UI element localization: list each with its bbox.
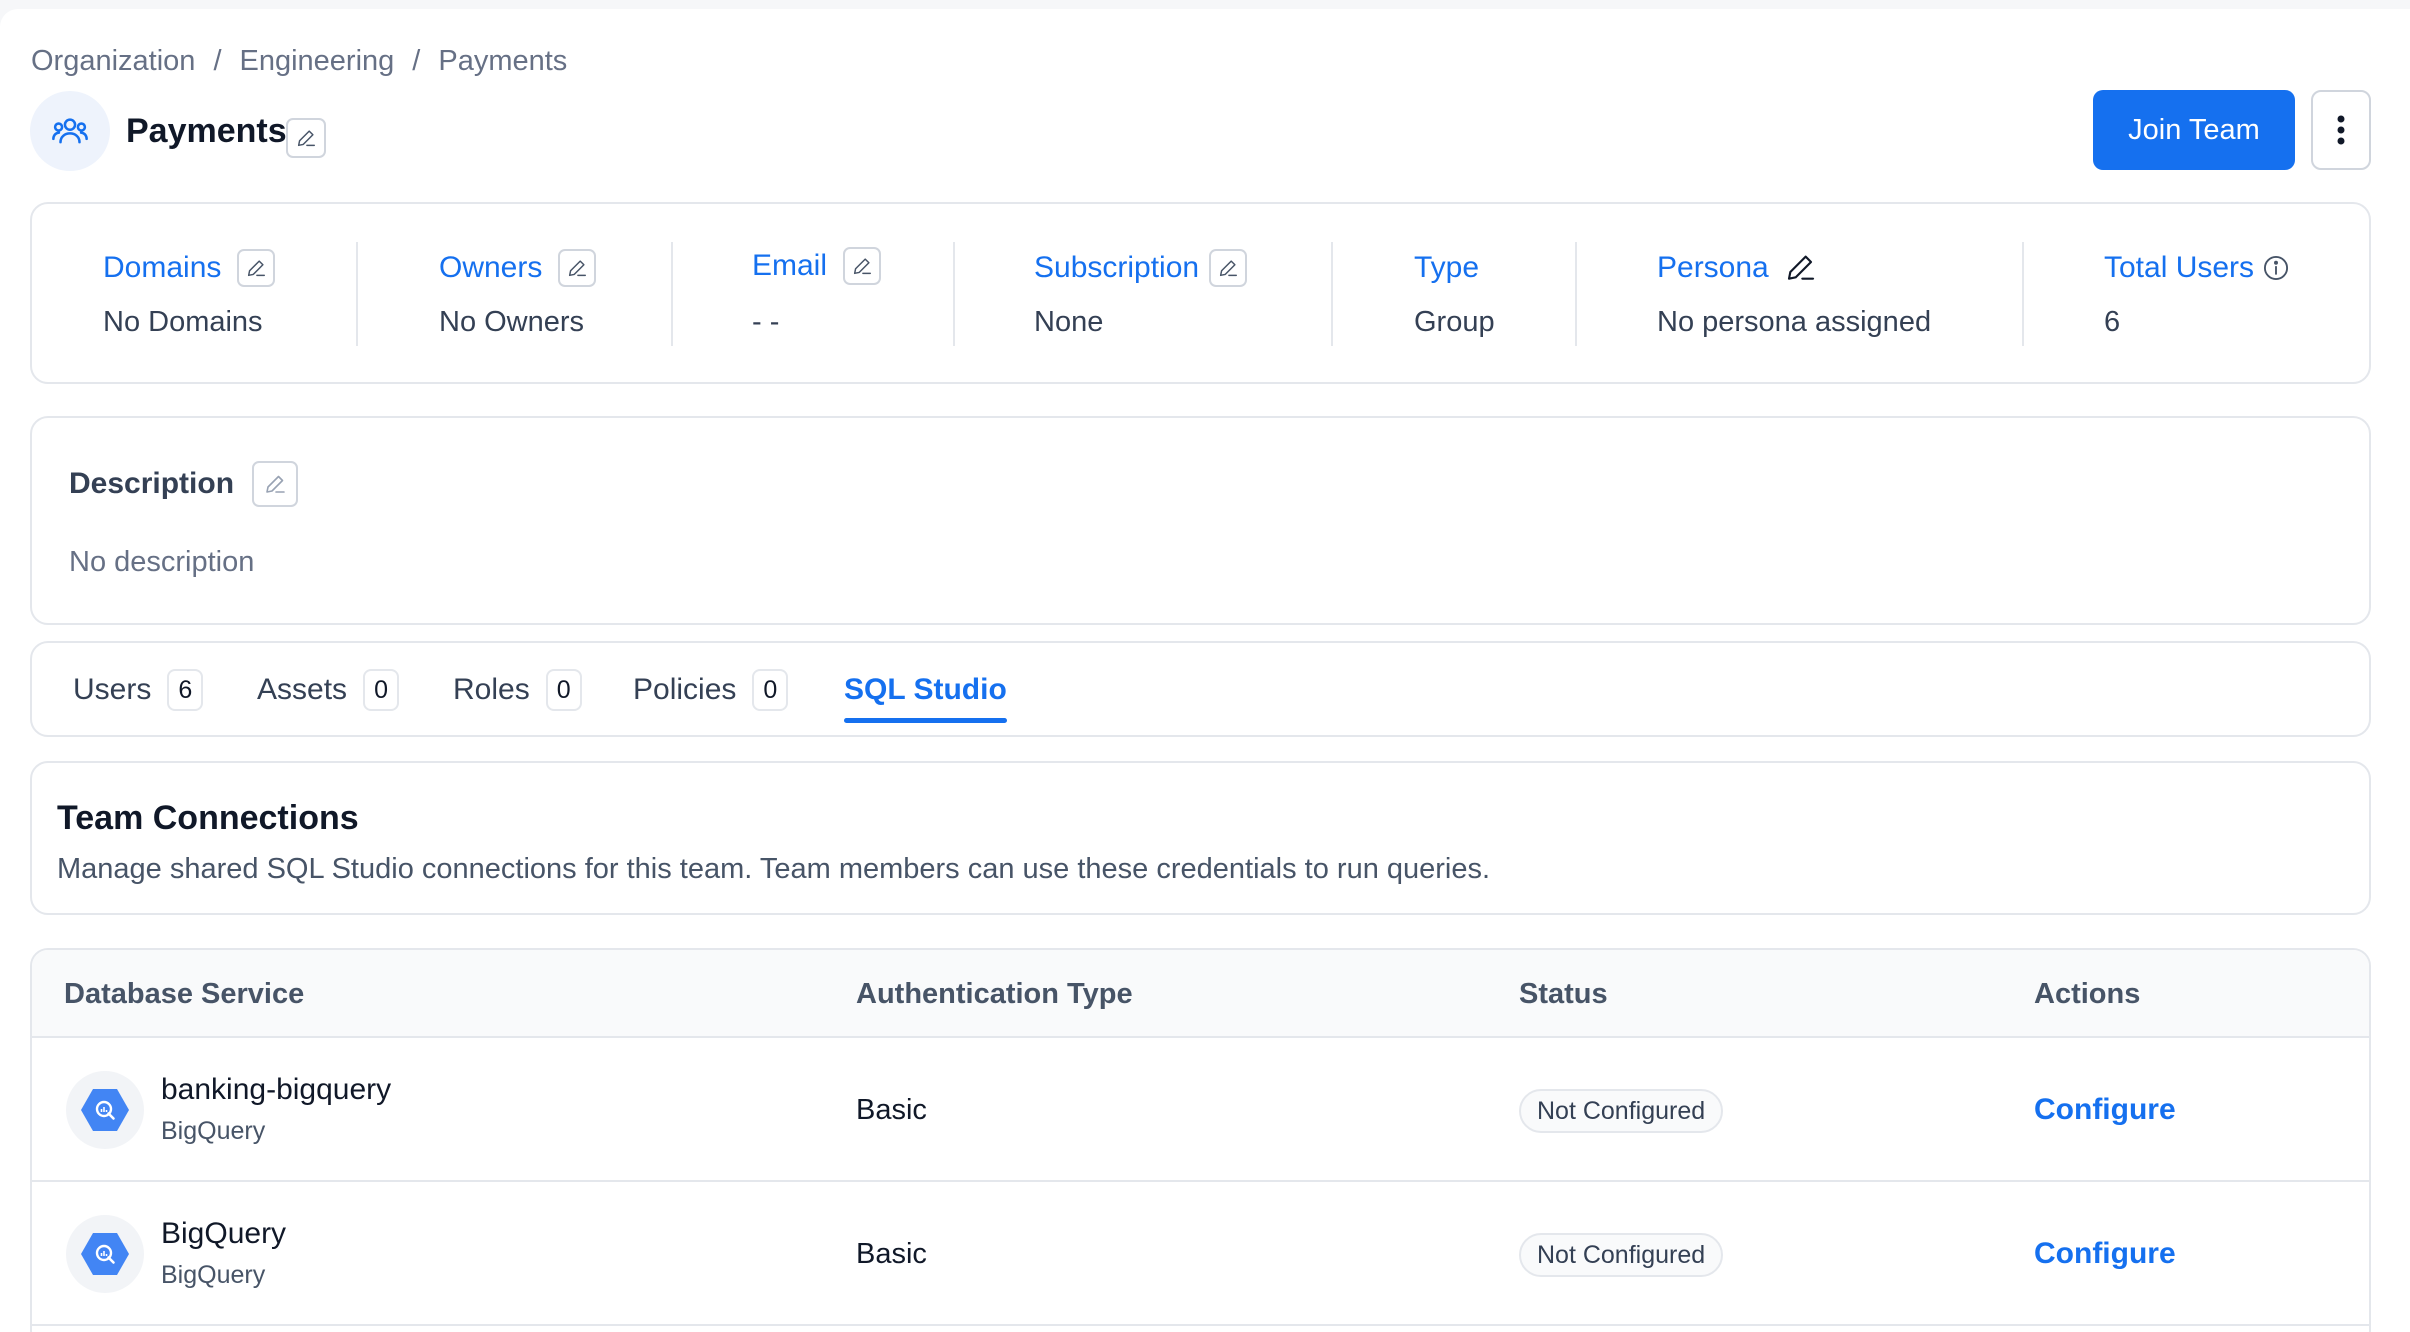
persona-value: No persona assigned xyxy=(1657,306,1932,338)
tab-count: 0 xyxy=(363,669,400,711)
type-label: Type xyxy=(1414,251,1480,284)
team-connections-subtitle: Manage shared SQL Studio connections for… xyxy=(57,853,1491,885)
table-row: BigQuery BigQuery Basic Not Configured C… xyxy=(32,1182,2369,1326)
info-persona: Persona No persona assigned xyxy=(1657,248,1931,342)
auth-type: Basic xyxy=(856,1238,927,1270)
tab-label: Users xyxy=(73,673,152,706)
tab-count: 0 xyxy=(545,669,582,711)
table-header: Database Service Authentication Type Sta… xyxy=(32,950,2369,1038)
team-info-card: Domains No Domains Owners No Owners Emai… xyxy=(30,202,2371,384)
bigquery-icon xyxy=(81,1233,129,1275)
more-vertical-icon xyxy=(2337,115,2345,145)
breadcrumb-payments: Payments xyxy=(438,45,568,77)
join-team-button[interactable]: Join Team xyxy=(2093,90,2295,170)
column-header: Actions xyxy=(2034,978,2141,1010)
breadcrumb: Organization / Engineering / Payments xyxy=(31,39,567,83)
bigquery-icon xyxy=(81,1089,129,1131)
owners-value: No Owners xyxy=(439,306,585,338)
service-name: BigQuery xyxy=(161,1217,287,1250)
column-header: Status xyxy=(1519,978,1608,1010)
tab-label: Policies xyxy=(633,673,737,706)
domains-value: No Domains xyxy=(103,306,263,338)
status-badge: Not Configured xyxy=(1519,1233,1724,1277)
info-domains: Domains No Domains xyxy=(103,248,276,342)
breadcrumb-separator: / xyxy=(412,45,421,77)
pencil-icon[interactable] xyxy=(1785,252,1817,284)
breadcrumb-organization[interactable]: Organization xyxy=(31,39,195,83)
email-value: - - xyxy=(752,306,780,338)
total-users-label: Total Users xyxy=(2104,251,2255,284)
pencil-icon xyxy=(266,475,285,493)
subscription-value: None xyxy=(1034,306,1104,338)
total-users-value: 6 xyxy=(2104,306,2121,338)
more-options-button[interactable] xyxy=(2311,90,2371,170)
divider xyxy=(953,242,955,346)
pencil-icon xyxy=(297,130,315,147)
type-value: Group xyxy=(1414,306,1495,338)
tab-label: Roles xyxy=(453,673,530,706)
persona-label: Persona xyxy=(1657,251,1769,284)
tab-users[interactable]: Users 6 xyxy=(73,643,204,737)
tab-sql-studio[interactable]: SQL Studio xyxy=(844,643,1007,737)
service-icon xyxy=(66,1071,144,1149)
pencil-icon xyxy=(248,260,266,277)
tab-roles[interactable]: Roles 0 xyxy=(453,643,582,737)
description-title: Description xyxy=(69,467,235,500)
divider xyxy=(2022,242,2024,346)
email-label: Email xyxy=(752,249,828,282)
team-details-page: Organization / Engineering / Payments Pa… xyxy=(0,9,2410,1332)
info-total-users: Total Users 6 xyxy=(2104,248,2290,342)
page-title: Payments xyxy=(126,112,287,150)
info-email: Email - - xyxy=(752,246,882,342)
team-connections-card: Team Connections Manage shared SQL Studi… xyxy=(30,761,2371,915)
pencil-icon xyxy=(569,260,587,277)
edit-title-button[interactable] xyxy=(286,118,326,158)
info-type: Type Group xyxy=(1414,248,1495,342)
info-circle-icon[interactable] xyxy=(2262,254,2290,282)
edit-email-button[interactable] xyxy=(843,247,882,285)
owners-label: Owners xyxy=(439,251,543,284)
pencil-icon xyxy=(1220,260,1238,277)
auth-type: Basic xyxy=(856,1094,927,1126)
tab-count: 0 xyxy=(752,669,789,711)
team-tabs: Users 6 Assets 0 Roles 0 Policies 0 SQL … xyxy=(30,641,2371,737)
breadcrumb-engineering[interactable]: Engineering xyxy=(240,39,395,83)
team-connections-title: Team Connections xyxy=(57,799,359,837)
info-subscription: Subscription None xyxy=(1034,248,1248,342)
description-card: Description No description xyxy=(30,416,2371,625)
column-header: Database Service xyxy=(64,978,305,1010)
configure-link[interactable]: Configure xyxy=(2034,1090,2176,1130)
edit-owners-button[interactable] xyxy=(558,249,597,287)
divider xyxy=(671,242,673,346)
tab-label: Assets xyxy=(257,673,348,706)
service-type: BigQuery xyxy=(161,1117,266,1145)
tab-count: 6 xyxy=(167,669,204,711)
edit-subscription-button[interactable] xyxy=(1209,249,1248,287)
divider xyxy=(1575,242,1577,346)
edit-domains-button[interactable] xyxy=(237,249,276,287)
breadcrumb-separator: / xyxy=(213,45,222,77)
service-icon xyxy=(66,1215,144,1293)
connections-table: Database Service Authentication Type Sta… xyxy=(30,948,2371,1332)
description-text: No description xyxy=(69,546,255,578)
configure-link[interactable]: Configure xyxy=(2034,1234,2176,1274)
team-avatar xyxy=(30,91,110,171)
team-icon xyxy=(52,118,88,144)
status-badge: Not Configured xyxy=(1519,1089,1724,1133)
divider xyxy=(356,242,358,346)
info-owners: Owners No Owners xyxy=(439,248,597,342)
pencil-icon xyxy=(853,258,871,275)
domains-label: Domains xyxy=(103,251,222,284)
tab-policies[interactable]: Policies 0 xyxy=(633,643,789,737)
tab-assets[interactable]: Assets 0 xyxy=(257,643,400,737)
subscription-label: Subscription xyxy=(1034,251,1200,284)
column-header: Authentication Type xyxy=(856,978,1133,1010)
edit-description-button[interactable] xyxy=(252,461,299,507)
service-type: BigQuery xyxy=(161,1261,266,1289)
divider xyxy=(1331,242,1333,346)
service-name: banking-bigquery xyxy=(161,1073,392,1106)
table-row: banking-bigquery BigQuery Basic Not Conf… xyxy=(32,1038,2369,1182)
tab-label: SQL Studio xyxy=(844,673,1007,706)
